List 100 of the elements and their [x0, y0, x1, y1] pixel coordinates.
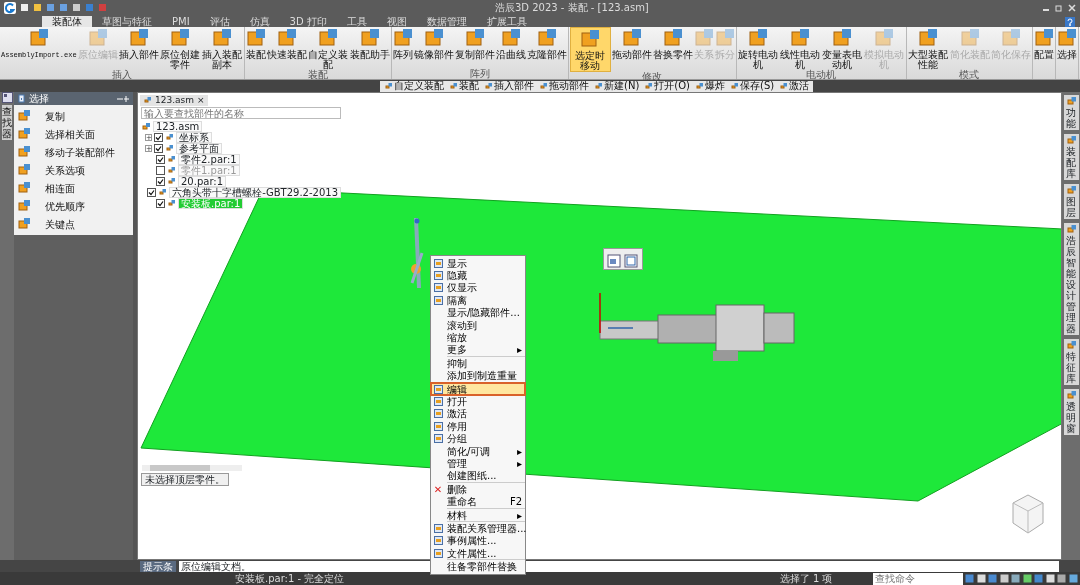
document-tab[interactable]: 123.asm: [155, 93, 194, 108]
select-option[interactable]: 关键点: [14, 215, 133, 233]
menu-item[interactable]: ✕ 删除: [431, 483, 525, 496]
checkbox[interactable]: [147, 188, 157, 197]
ribbon-tab[interactable]: 3D 打印: [279, 16, 337, 27]
select-option[interactable]: 相连面: [14, 179, 133, 197]
ribbon-button[interactable]: 阵列: [392, 27, 413, 69]
side-tab[interactable]: 查找器: [2, 105, 12, 140]
ribbon-tab[interactable]: 视图: [376, 16, 417, 27]
ribbon-button[interactable]: 自定义装配: [307, 27, 349, 70]
menu-item[interactable]: 文件属性...: [431, 547, 525, 560]
tree-item[interactable]: 123.asm: [153, 121, 203, 132]
ribbon-button[interactable]: 选择: [1056, 27, 1077, 79]
menu-item[interactable]: 激活: [431, 407, 525, 421]
ribbon-button[interactable]: 插入装配副本: [201, 27, 243, 70]
checkbox[interactable]: [156, 177, 165, 186]
ribbon-tab[interactable]: 数据管理: [416, 16, 477, 27]
menu-item[interactable]: 缩放: [431, 331, 525, 344]
ribbon-button[interactable]: 替换零件: [652, 27, 693, 72]
side-tab[interactable]: 浩辰智能设计管理器: [1063, 223, 1079, 335]
ribbon-tab[interactable]: 装配体: [42, 16, 92, 27]
ribbon-tab[interactable]: 草图与特征: [92, 16, 162, 27]
checkbox[interactable]: [156, 199, 165, 208]
checkbox[interactable]: [156, 155, 165, 164]
ribbon-tab[interactable]: 扩展工具: [476, 16, 537, 27]
command-button[interactable]: 插入部件: [483, 81, 535, 91]
select-option[interactable]: 选择相关面: [14, 125, 133, 143]
ribbon-button[interactable]: 线性电动机: [779, 27, 821, 70]
ribbon-button[interactable]: 沿曲线: [495, 27, 526, 69]
ribbon-button[interactable]: 大型装配性能: [907, 27, 949, 70]
menu-item[interactable]: 停用: [431, 420, 525, 433]
ribbon-button[interactable]: 装配: [245, 27, 266, 70]
command-search-field[interactable]: 查找命令: [872, 572, 963, 585]
command-button[interactable]: 保存(S): [729, 81, 776, 91]
checkbox[interactable]: [156, 166, 165, 175]
checkbox[interactable]: [154, 144, 163, 153]
menu-item[interactable]: 显示/隐藏部件...: [431, 306, 525, 319]
menu-item[interactable]: 隐藏: [431, 269, 525, 282]
menu-item[interactable]: 往备零部件替换: [431, 560, 525, 573]
select-option[interactable]: 关系选项: [14, 161, 133, 179]
menu-item[interactable]: 抑制: [431, 357, 525, 370]
filter-button[interactable]: 未选择顶层零件。: [141, 473, 229, 486]
ribbon-tab[interactable]: PMI: [162, 16, 200, 27]
pin-icon[interactable]: [116, 94, 130, 103]
side-tab[interactable]: 透明窗: [1063, 389, 1079, 435]
ribbon-button[interactable]: 克隆部件: [526, 27, 567, 69]
ribbon-button[interactable]: 快速装配: [266, 27, 307, 70]
side-tab[interactable]: 特征库: [1063, 339, 1079, 385]
ribbon-tab[interactable]: 评估: [199, 16, 240, 27]
menu-item[interactable]: 简化/可调 ▸: [431, 444, 525, 458]
command-button[interactable]: 新建(N): [593, 81, 641, 91]
command-button[interactable]: 爆炸: [694, 81, 726, 91]
select-option[interactable]: 优先顺序: [14, 197, 133, 215]
select-option[interactable]: 移动子装配部件: [14, 143, 133, 161]
tab-close-button[interactable]: ×: [197, 93, 205, 108]
menu-item[interactable]: 滚动到: [431, 318, 525, 332]
ribbon-button[interactable]: 变量表电动机: [821, 27, 863, 70]
ribbon-tab[interactable]: 仿真: [239, 16, 280, 27]
menu-item[interactable]: 创建图纸...: [431, 469, 525, 483]
ribbon-button[interactable]: 选定时移动: [569, 27, 611, 72]
ribbon-button[interactable]: 拖动部件: [611, 27, 652, 72]
horizontal-scrollbar[interactable]: [142, 465, 242, 471]
menu-item[interactable]: 添加到制造重量: [431, 369, 525, 382]
command-button[interactable]: 打开(O): [643, 81, 691, 91]
menu-item[interactable]: 更多 ▸: [431, 343, 525, 357]
menu-item[interactable]: 编辑: [431, 382, 525, 396]
command-button[interactable]: 自定义装配: [383, 81, 445, 91]
menu-item[interactable]: 重命名 F2: [431, 495, 525, 508]
menu-item[interactable]: 材料 ▸: [431, 508, 525, 522]
select-option[interactable]: 复制: [14, 107, 133, 125]
tree-item[interactable]: 六角头带十字槽螺栓-GBT29.2-2013: [169, 187, 341, 198]
ribbon-button[interactable]: 复制部件: [454, 27, 495, 69]
side-tab[interactable]: 图层: [1063, 184, 1079, 219]
side-tab[interactable]: 装配库: [1063, 134, 1079, 180]
edit-icon[interactable]: [607, 254, 621, 268]
ribbon-button[interactable]: 装配助手: [349, 27, 390, 70]
checkbox[interactable]: [154, 133, 163, 142]
menu-item[interactable]: 装配关系管理器...: [431, 522, 525, 535]
menu-item[interactable]: 管理 ▸: [431, 457, 525, 470]
ribbon-button[interactable]: 旋转电动机: [737, 27, 779, 70]
restore-icon[interactable]: [1055, 3, 1063, 12]
menu-item[interactable]: 仅显示: [431, 281, 525, 295]
side-tab[interactable]: 功能: [1063, 95, 1079, 130]
ribbon-button[interactable]: 配置: [1033, 27, 1054, 79]
command-button[interactable]: 拖动部件: [538, 81, 590, 91]
menu-item[interactable]: 显示: [431, 257, 525, 270]
tree-search-field[interactable]: 输入要查找部件的名称: [141, 107, 341, 119]
ribbon-button[interactable]: 原位创建零件: [159, 27, 201, 70]
tree-item[interactable]: 20.par:1: [178, 176, 227, 187]
menu-item[interactable]: 打开: [431, 395, 525, 408]
ribbon-button[interactable]: 镜像部件: [413, 27, 454, 69]
ribbon-button[interactable]: 插入部件: [118, 27, 159, 70]
menu-item[interactable]: 隔离: [431, 294, 525, 307]
ribbon-tab[interactable]: 工具: [336, 16, 377, 27]
menu-item[interactable]: 分组: [431, 432, 525, 445]
command-button[interactable]: 激活: [778, 81, 811, 91]
window-icon[interactable]: [624, 254, 638, 268]
panel-icon[interactable]: [1, 92, 13, 103]
command-button[interactable]: 装配: [448, 81, 480, 91]
close-icon[interactable]: [1068, 3, 1076, 12]
